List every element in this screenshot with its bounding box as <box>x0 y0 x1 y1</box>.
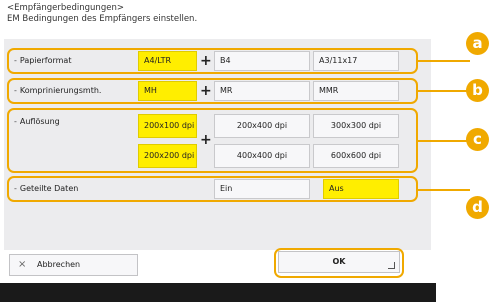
compression-option-mh[interactable]: MH <box>138 81 197 101</box>
plus-icon: + <box>200 83 212 99</box>
resolution-option-200x100[interactable]: 200x100 dpi <box>138 114 197 138</box>
callout-leader <box>418 90 470 92</box>
callout-c-badge: c <box>466 128 489 151</box>
cancel-button-label: Abbrechen <box>37 260 81 269</box>
plus-icon: + <box>200 132 212 148</box>
callout-leader <box>418 60 470 62</box>
compression-label: Komprinierungsmth. <box>14 86 102 95</box>
callout-leader <box>418 189 470 191</box>
status-bar <box>0 283 436 302</box>
split-option-ein[interactable]: Ein <box>214 179 310 199</box>
callout-b-badge: b <box>466 79 489 102</box>
paper-option-a4-ltr[interactable]: A4/LTR <box>138 51 197 71</box>
paper-option-b4[interactable]: B4 <box>214 51 310 71</box>
resolution-option-400x400[interactable]: 400x400 dpi <box>214 144 310 168</box>
split-data-label: Geteilte Daten <box>14 184 78 193</box>
ok-button-label: OK <box>332 257 346 266</box>
paper-option-a3[interactable]: A3/11x17 <box>313 51 399 71</box>
resolution-label: Auflösung <box>14 117 60 126</box>
resolution-option-200x200[interactable]: 200x200 dpi <box>138 144 197 168</box>
enter-corner-icon <box>388 262 395 269</box>
page-subtitle: EM Bedingungen des Empfängers einstellen… <box>7 14 198 24</box>
split-option-aus[interactable]: Aus <box>323 179 399 199</box>
callout-a-badge: a <box>466 32 489 55</box>
callout-leader <box>418 140 470 142</box>
plus-icon: + <box>200 53 212 69</box>
resolution-option-200x400[interactable]: 200x400 dpi <box>214 114 310 138</box>
callout-d-badge: d <box>466 196 489 219</box>
close-icon: × <box>18 259 27 270</box>
resolution-option-300x300[interactable]: 300x300 dpi <box>313 114 399 138</box>
page-title: <Empfängerbedingungen> <box>7 3 124 13</box>
compression-option-mmr[interactable]: MMR <box>313 81 399 101</box>
compression-option-mr[interactable]: MR <box>214 81 310 101</box>
cancel-button[interactable]: × Abbrechen <box>9 254 138 276</box>
ok-button[interactable]: OK <box>278 251 400 273</box>
paper-size-label: Papierformat <box>14 56 72 65</box>
resolution-option-600x600[interactable]: 600x600 dpi <box>313 144 399 168</box>
